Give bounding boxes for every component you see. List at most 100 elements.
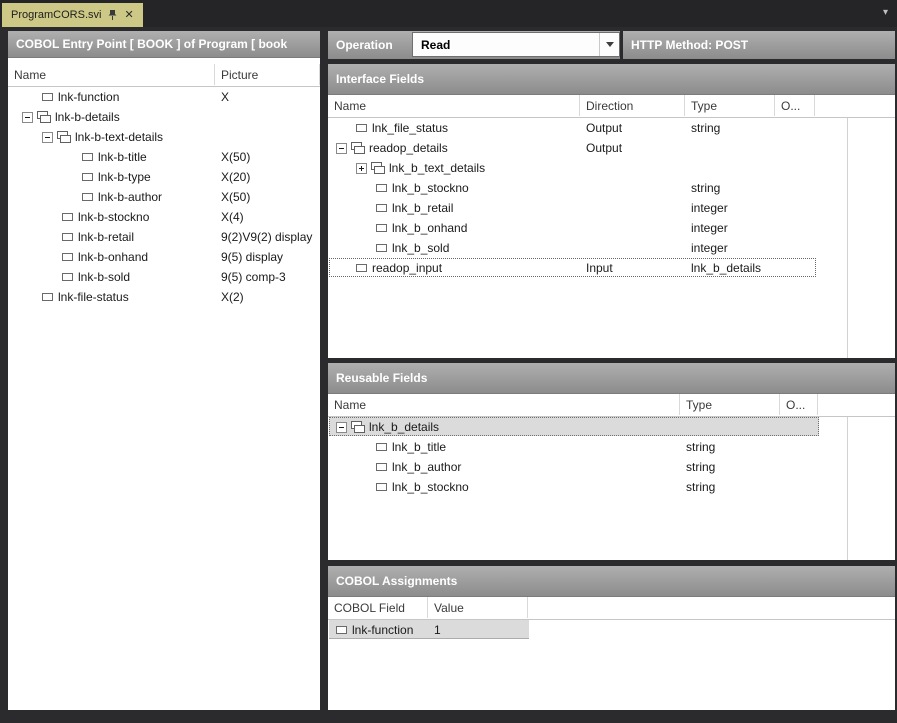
row-label: lnk-b-sold bbox=[78, 270, 130, 284]
field-icon bbox=[376, 184, 387, 192]
table-row[interactable]: lnk-b-stocknoX(4) bbox=[8, 207, 320, 227]
row-name-cell: lnk-b-text-details bbox=[8, 130, 163, 144]
close-icon[interactable]: ✕ bbox=[124, 10, 133, 21]
collapse-icon[interactable] bbox=[336, 143, 347, 154]
row-label: lnk-b-stockno bbox=[78, 210, 149, 224]
chevron-down-icon[interactable] bbox=[599, 33, 619, 56]
column-header-picture[interactable]: Picture bbox=[215, 64, 320, 85]
table-row[interactable]: readop_detailsOutput bbox=[328, 138, 895, 158]
row-label: lnk-file-status bbox=[58, 290, 129, 304]
row-label: lnk_b_details bbox=[369, 420, 439, 434]
row-name-cell: lnk-file-status bbox=[8, 290, 129, 304]
row-name-cell: lnk-b-title bbox=[8, 150, 147, 164]
row-name-cell: lnk_b_sold bbox=[328, 241, 449, 255]
row-cell: 1 bbox=[434, 623, 441, 637]
row-label: lnk-b-title bbox=[98, 150, 147, 164]
table-row[interactable]: lnk_b_details bbox=[328, 417, 895, 437]
table-row[interactable]: lnk_b_titlestring bbox=[328, 437, 895, 457]
table-row[interactable]: readop_input Input lnk_b_details bbox=[328, 258, 895, 278]
tab-programcors-svi[interactable]: ProgramCORS.svi ✕ bbox=[2, 3, 143, 27]
row-label: lnk-b-author bbox=[98, 190, 162, 204]
row-label: lnk_b_title bbox=[392, 440, 446, 454]
row-cell: Output bbox=[586, 121, 622, 135]
table-row[interactable]: lnk_b_authorstring bbox=[328, 457, 895, 477]
column-header-direction[interactable]: Direction bbox=[580, 95, 685, 116]
column-header-value[interactable]: Value bbox=[428, 597, 528, 618]
row-label: lnk_b_stockno bbox=[392, 480, 469, 494]
row-label: lnk_b_sold bbox=[392, 241, 449, 255]
table-row[interactable]: lnk-b-author X(50) bbox=[8, 187, 320, 207]
table-row[interactable]: lnk-b-retail9(2)V9(2) display bbox=[8, 227, 320, 247]
table-row[interactable]: lnk_b_stocknostring bbox=[328, 477, 895, 497]
column-header-name[interactable]: Name bbox=[8, 64, 215, 85]
collapse-icon[interactable] bbox=[42, 132, 53, 143]
column-header-o-[interactable]: O... bbox=[780, 394, 818, 415]
column-header-type[interactable]: Type bbox=[680, 394, 780, 415]
table-row[interactable]: lnk-file-status X(2) bbox=[8, 287, 320, 307]
dropdown-arrow-icon bbox=[606, 42, 614, 47]
expand-icon[interactable] bbox=[356, 163, 367, 174]
row-name-cell: readop_details bbox=[328, 141, 448, 155]
column-header-name[interactable]: Name bbox=[328, 394, 680, 415]
table-row[interactable]: lnk-function 1 bbox=[328, 620, 895, 640]
row-name-cell: lnk-function bbox=[8, 90, 119, 104]
row-name-cell: lnk_b_details bbox=[328, 420, 439, 434]
field-icon bbox=[376, 483, 387, 491]
table-row[interactable]: lnk-b-sold 9(5) comp-3 bbox=[8, 267, 320, 287]
row-cell: X(50) bbox=[221, 190, 250, 204]
table-row[interactable]: lnk-b-type X(20) bbox=[8, 167, 320, 187]
chevron-down-icon[interactable]: ▾ bbox=[883, 7, 888, 18]
row-cell: Input bbox=[586, 261, 613, 275]
operation-select[interactable]: Read bbox=[412, 32, 620, 57]
row-name-cell: lnk_b_retail bbox=[328, 201, 453, 215]
row-label: lnk-b-text-details bbox=[75, 130, 163, 144]
table-row[interactable]: lnk_b_stocknostring bbox=[328, 178, 895, 198]
row-cell: integer bbox=[691, 201, 728, 215]
table-row[interactable]: lnk-b-onhand9(5) display bbox=[8, 247, 320, 267]
collapse-icon[interactable] bbox=[336, 422, 347, 433]
field-icon bbox=[62, 213, 73, 221]
row-name-cell: lnk-b-sold bbox=[8, 270, 130, 284]
row-label: lnk-b-details bbox=[55, 110, 120, 124]
interface-fields-table: NameDirectionTypeO... lnk_file_status Outp… bbox=[328, 95, 895, 358]
row-name-cell: lnk-b-author bbox=[8, 190, 162, 204]
row-label: lnk-function bbox=[352, 623, 413, 637]
table-row[interactable]: lnk_file_statusOutputstring bbox=[328, 118, 895, 138]
row-name-cell: lnk-b-type bbox=[8, 170, 151, 184]
row-label: readop_input bbox=[372, 261, 442, 275]
interface-fields-section: Interface Fields NameDirectionTypeO...ln… bbox=[328, 64, 895, 358]
left-panel-header: COBOL Entry Point [ BOOK ] of Program [ … bbox=[8, 31, 320, 58]
row-label: readop_details bbox=[369, 141, 448, 155]
row-label: lnk_b_retail bbox=[392, 201, 453, 215]
row-name-cell: lnk-function bbox=[328, 623, 413, 637]
column-header-name[interactable]: Name bbox=[328, 95, 580, 116]
table-row[interactable]: lnk-b-titleX(50) bbox=[8, 147, 320, 167]
field-icon bbox=[376, 224, 387, 232]
table-header-row: NameDirectionTypeO... bbox=[328, 95, 895, 118]
row-cell: lnk_b_details bbox=[691, 261, 761, 275]
field-icon bbox=[376, 244, 387, 252]
collapse-icon[interactable] bbox=[22, 112, 33, 123]
table-row[interactable]: lnk_b_onhandinteger bbox=[328, 218, 895, 238]
table-row[interactable]: lnk-b-details bbox=[8, 107, 320, 127]
table-row[interactable]: lnk_b_soldinteger bbox=[328, 238, 895, 258]
row-cell: string bbox=[686, 460, 715, 474]
pin-icon[interactable] bbox=[108, 9, 117, 21]
column-header-type[interactable]: Type bbox=[685, 95, 775, 116]
reusable-fields-section: Reusable Fields NameTypeO...lnk_b_detail… bbox=[328, 363, 895, 560]
column-header-cobol-field[interactable]: COBOL Field bbox=[328, 597, 428, 618]
table-row[interactable]: lnk_b_text_details bbox=[328, 158, 895, 178]
table-row[interactable]: lnk-functionX bbox=[8, 87, 320, 107]
row-name-cell: lnk_b_text_details bbox=[328, 161, 485, 175]
row-name-cell: readop_input bbox=[328, 261, 442, 275]
row-cell: 9(5) comp-3 bbox=[221, 270, 286, 284]
table-row[interactable]: lnk_b_retail integer bbox=[328, 198, 895, 218]
row-cell: X(20) bbox=[221, 170, 250, 184]
row-name-cell: lnk_file_status bbox=[328, 121, 448, 135]
row-cell: X(2) bbox=[221, 290, 244, 304]
field-icon bbox=[376, 443, 387, 451]
table-row[interactable]: lnk-b-text-details bbox=[8, 127, 320, 147]
column-header-o-[interactable]: O... bbox=[775, 95, 815, 116]
field-icon bbox=[356, 264, 367, 272]
tab-title: ProgramCORS.svi bbox=[11, 9, 101, 21]
